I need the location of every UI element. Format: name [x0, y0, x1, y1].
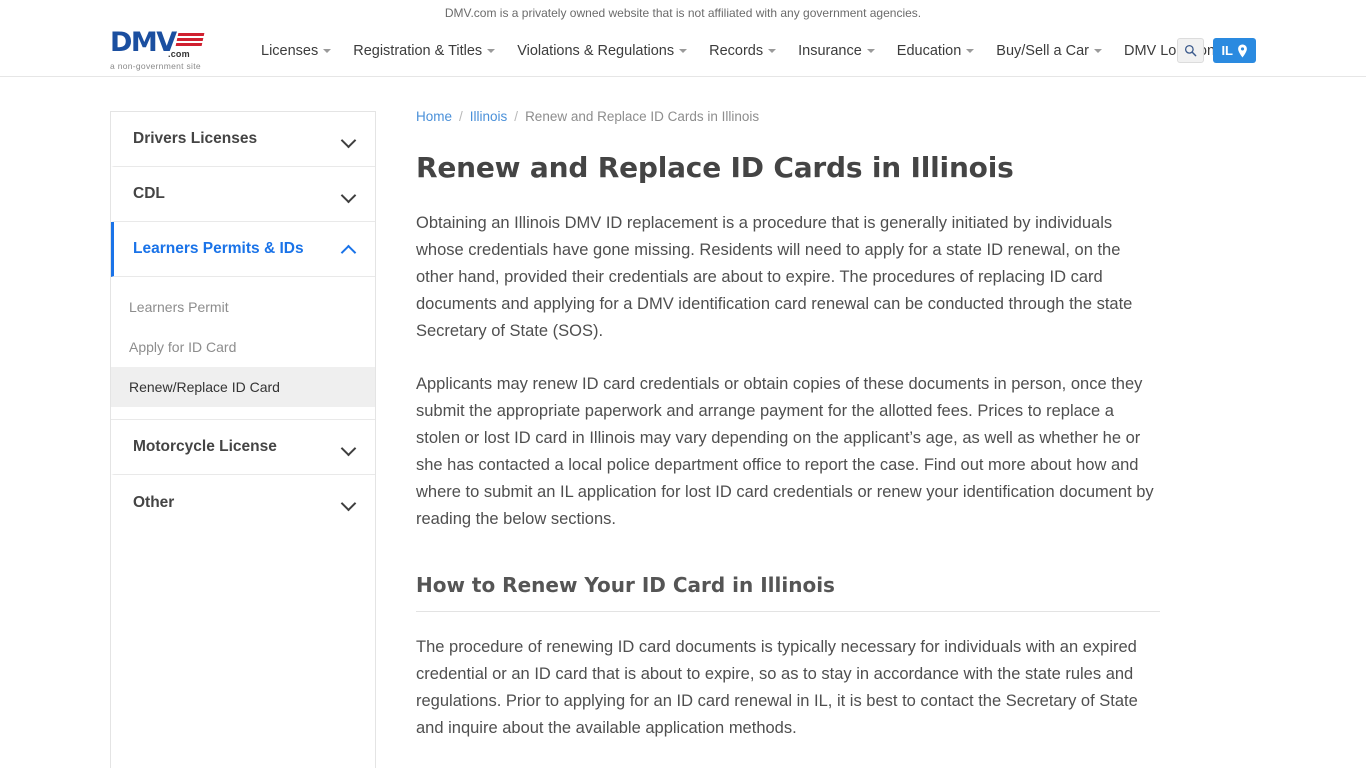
nav-label: Education: [896, 42, 962, 59]
site-disclaimer-bar: DMV.com is a privately owned website tha…: [0, 0, 1366, 25]
sidebar-item-label: Other: [133, 493, 175, 511]
section-paragraph-1: The procedure of renewing ID card docume…: [416, 638, 1138, 737]
sidebar-sublist: Learners Permit Apply for ID Card Renew/…: [111, 277, 375, 420]
sidebar-subitem-apply-for-id-card[interactable]: Apply for ID Card: [111, 327, 375, 367]
nav-label: Records: [709, 42, 764, 59]
site-logo[interactable]: DMV .com a non-government site: [110, 27, 228, 71]
search-button[interactable]: [1177, 38, 1205, 63]
section-heading-how-to-renew: How to Renew Your ID Card in Illinois: [416, 573, 1160, 612]
nav-item-registration-titles[interactable]: Registration & Titles: [342, 37, 506, 65]
intro-paragraph-1: Obtaining an Illinois DMV ID replacement…: [416, 214, 1133, 340]
breadcrumb-illinois[interactable]: Illinois: [470, 109, 508, 124]
sidebar-subitem-learners-permit[interactable]: Learners Permit: [111, 287, 375, 327]
chevron-down-icon: [342, 132, 357, 147]
sidebar-navigation: Drivers Licenses CDL Learners Permits & …: [110, 111, 376, 768]
sidebar-item-motorcycle-license[interactable]: Motorcycle License: [111, 420, 375, 475]
sidebar-item-label: Motorcycle License: [133, 438, 277, 455]
disclaimer-text: DMV.com is a privately owned website tha…: [444, 5, 922, 20]
chevron-down-icon: [1093, 48, 1102, 53]
logo-tagline: a non-government site: [110, 61, 201, 71]
logo-wordmark: DMV: [110, 27, 177, 58]
flag-stripes-icon: [175, 33, 205, 46]
sidebar-subitem-label: Learners Permit: [129, 299, 229, 315]
sidebar-item-label: Learners Permits & IDs: [133, 240, 304, 257]
sidebar-item-label: CDL: [133, 185, 165, 202]
sidebar-item-cdl[interactable]: CDL: [111, 167, 375, 222]
chevron-down-icon: [679, 48, 688, 53]
nav-item-education[interactable]: Education: [886, 37, 986, 65]
main-content: Home / Illinois / Renew and Replace ID C…: [416, 109, 1256, 768]
breadcrumb: Home / Illinois / Renew and Replace ID C…: [416, 109, 1160, 124]
breadcrumb-current: Renew and Replace ID Cards in Illinois: [525, 109, 760, 124]
chevron-up-icon: [342, 242, 357, 257]
header-actions: IL: [1177, 38, 1256, 63]
map-pin-icon: [1238, 44, 1247, 57]
chevron-down-icon: [342, 495, 357, 510]
chevron-down-icon: [342, 187, 357, 202]
nav-label: Licenses: [261, 42, 319, 59]
intro-paragraph-2: Applicants may renew ID card credentials…: [416, 375, 1154, 528]
page-title: Renew and Replace ID Cards in Illinois: [416, 151, 1014, 184]
logo-dotcom: .com: [168, 49, 190, 59]
sidebar-item-drivers-licenses[interactable]: Drivers Licenses: [111, 112, 375, 167]
sidebar-subitem-label: Renew/Replace ID Card: [129, 379, 280, 395]
chevron-down-icon: [487, 48, 496, 53]
nav-label: Registration & Titles: [353, 42, 483, 59]
sidebar-item-learners-permits-ids[interactable]: Learners Permits & IDs: [111, 222, 375, 277]
chevron-down-icon: [768, 48, 777, 53]
breadcrumb-separator: /: [459, 109, 463, 124]
site-header: DMV .com a non-government site Licenses …: [0, 25, 1366, 77]
nav-item-records[interactable]: Records: [698, 37, 787, 65]
chevron-down-icon: [866, 48, 875, 53]
nav-item-licenses[interactable]: Licenses: [250, 37, 342, 65]
search-icon: [1185, 44, 1197, 57]
nav-item-buy-sell-a-car[interactable]: Buy/Sell a Car: [985, 37, 1113, 65]
chevron-down-icon: [323, 48, 332, 53]
page-body: Drivers Licenses CDL Learners Permits & …: [0, 77, 1366, 768]
nav-label: Insurance: [798, 42, 862, 59]
primary-navigation: Licenses Registration & Titles Violation…: [250, 37, 1233, 65]
sidebar-item-other[interactable]: Other: [111, 475, 375, 530]
sidebar-subitem-renew-replace-id-card[interactable]: Renew/Replace ID Card: [111, 367, 375, 407]
nav-item-insurance[interactable]: Insurance: [787, 37, 886, 65]
state-selector-button[interactable]: IL: [1213, 38, 1256, 63]
breadcrumb-home[interactable]: Home: [416, 109, 452, 124]
nav-label: Violations & Regulations: [517, 42, 675, 59]
sidebar-item-label: Drivers Licenses: [133, 130, 258, 147]
state-label: IL: [1221, 43, 1233, 58]
breadcrumb-separator: /: [514, 109, 519, 124]
nav-item-violations-regulations[interactable]: Violations & Regulations: [506, 37, 698, 65]
chevron-down-icon: [342, 440, 357, 455]
chevron-down-icon: [966, 48, 975, 53]
sidebar-subitem-label: Apply for ID Card: [129, 339, 237, 355]
nav-label: Buy/Sell a Car: [996, 42, 1089, 59]
